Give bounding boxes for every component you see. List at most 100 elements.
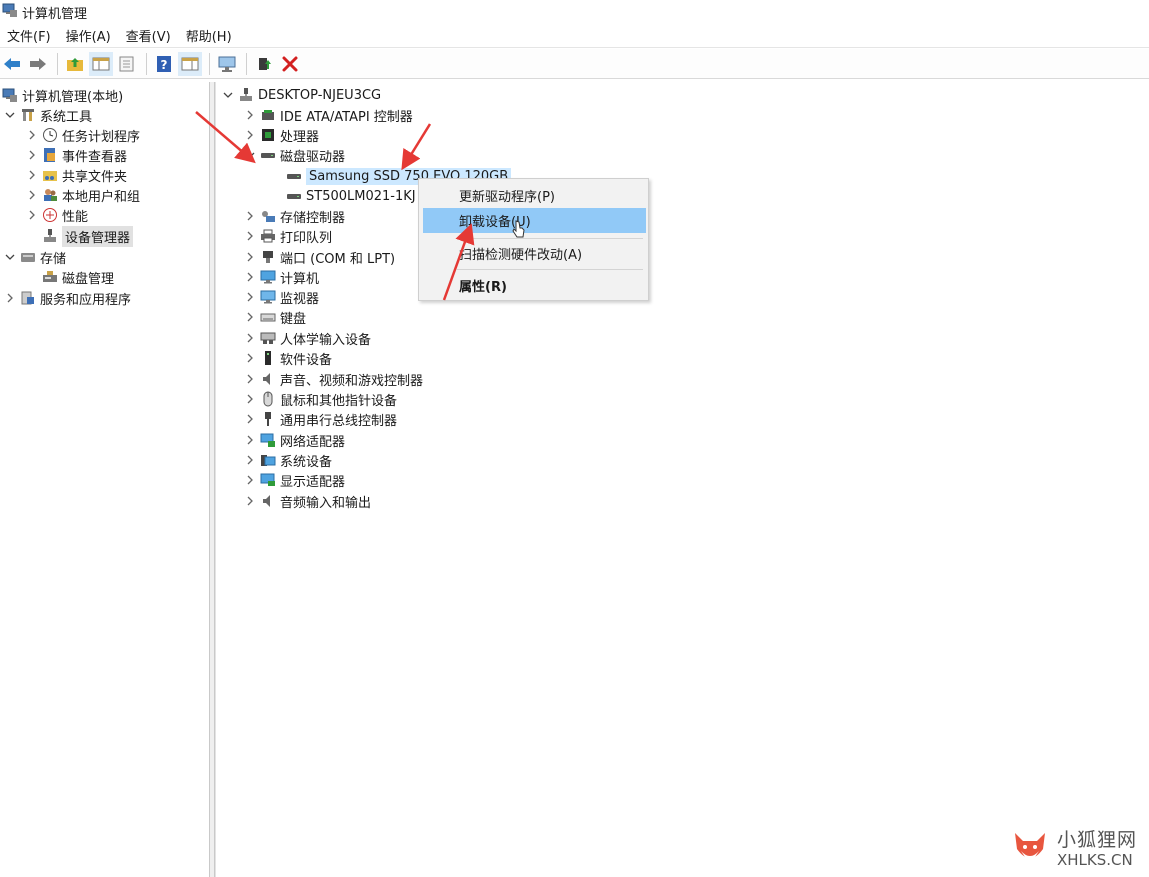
tree-item-shared-folders[interactable]: 共享文件夹 — [26, 165, 127, 185]
category-computer[interactable]: 计算机 — [244, 267, 319, 287]
chevron-down-icon[interactable] — [4, 251, 16, 263]
uninstall-icon[interactable] — [278, 52, 302, 76]
svg-text:?: ? — [161, 58, 168, 72]
chevron-right-icon[interactable] — [244, 495, 256, 507]
tree-item-device-manager[interactable]: 设备管理器 — [42, 225, 134, 247]
chevron-right-icon[interactable] — [26, 209, 38, 221]
chevron-right-icon[interactable] — [244, 129, 256, 141]
category-sound-video[interactable]: 声音、视频和游戏控制器 — [244, 369, 423, 389]
tree-item-event-viewer[interactable]: 事件查看器 — [26, 145, 127, 165]
category-keyboards[interactable]: 键盘 — [244, 307, 306, 327]
menu-item-scan-hardware[interactable]: 扫描检测硬件改动(A) — [423, 241, 646, 266]
category-label: 存储控制器 — [280, 210, 346, 226]
title-bar: 计算机管理 — [0, 0, 1149, 24]
mouse-icon — [260, 391, 276, 407]
category-label: 计算机 — [280, 271, 320, 287]
action-pane-icon[interactable] — [178, 51, 202, 76]
tree-item-label: 设备管理器 — [62, 225, 134, 247]
tree-item-label: 共享文件夹 — [62, 169, 128, 185]
chevron-right-icon[interactable] — [244, 373, 256, 385]
update-driver-icon[interactable] — [252, 52, 276, 76]
network-adapter-icon — [260, 432, 276, 448]
chevron-right-icon[interactable] — [244, 109, 256, 121]
chevron-down-icon[interactable] — [4, 109, 16, 121]
category-disk-drives[interactable]: 磁盘驱动器 — [244, 145, 345, 165]
category-software-devices[interactable]: 软件设备 — [244, 348, 332, 368]
context-menu: 更新驱动程序(P) 卸载设备(U) 扫描检测硬件改动(A) 属性(R) — [418, 178, 649, 301]
category-monitors[interactable]: 监视器 — [244, 287, 319, 307]
chevron-right-icon[interactable] — [244, 454, 256, 466]
tree-item-disk-management[interactable]: 磁盘管理 — [42, 267, 114, 287]
chevron-right-icon[interactable] — [26, 149, 38, 161]
category-display-adapters[interactable]: 显示适配器 — [244, 470, 345, 490]
chevron-right-icon[interactable] — [26, 129, 38, 141]
chevron-right-icon[interactable] — [244, 230, 256, 242]
category-usb[interactable]: 通用串行总线控制器 — [244, 409, 397, 429]
chevron-down-icon[interactable] — [244, 149, 256, 161]
chevron-right-icon[interactable] — [244, 210, 256, 222]
tree-item-computer-management[interactable]: 计算机管理(本地) — [2, 85, 123, 105]
disk-drive-icon — [286, 168, 302, 184]
computer-icon — [260, 269, 276, 285]
tree-item-label: 性能 — [62, 209, 89, 225]
category-hid[interactable]: 人体学输入设备 — [244, 328, 371, 348]
tree-item-task-scheduler[interactable]: 任务计划程序 — [26, 125, 140, 145]
chevron-down-icon[interactable] — [222, 89, 234, 101]
help-icon[interactable]: ? — [152, 52, 176, 76]
tree-item-label: 服务和应用程序 — [40, 292, 132, 308]
chevron-right-icon[interactable] — [244, 291, 256, 303]
monitor-icon[interactable] — [215, 52, 239, 76]
storage-icon — [20, 249, 36, 265]
tree-item-services-apps[interactable]: 服务和应用程序 — [4, 288, 131, 308]
menu-file[interactable]: 文件(F) — [0, 26, 59, 45]
chevron-right-icon[interactable] — [244, 251, 256, 263]
category-system-devices[interactable]: 系统设备 — [244, 450, 332, 470]
category-print-queues[interactable]: 打印队列 — [244, 226, 332, 246]
menu-item-properties[interactable]: 属性(R) — [423, 273, 646, 298]
up-folder-icon[interactable] — [63, 52, 87, 76]
category-storage-controllers[interactable]: 存储控制器 — [244, 206, 345, 226]
chevron-right-icon[interactable] — [244, 352, 256, 364]
chevron-right-icon[interactable] — [26, 189, 38, 201]
back-arrow-icon[interactable] — [0, 52, 24, 76]
tree-item-local-users[interactable]: 本地用户和组 — [26, 185, 140, 205]
tree-item-performance[interactable]: 性能 — [26, 205, 88, 225]
properties-icon[interactable] — [115, 52, 139, 76]
menu-action[interactable]: 操作(A) — [59, 26, 119, 45]
menu-item-update-driver[interactable]: 更新驱动程序(P) — [423, 183, 646, 208]
chevron-right-icon[interactable] — [244, 413, 256, 425]
chevron-right-icon[interactable] — [244, 393, 256, 405]
tree-item-computer-root[interactable]: DESKTOP-NJEU3CG — [222, 85, 381, 105]
category-label: 打印队列 — [280, 230, 333, 246]
menu-separator — [457, 269, 643, 270]
chevron-right-icon[interactable] — [244, 271, 256, 283]
menu-separator — [457, 238, 643, 239]
category-ports[interactable]: 端口 (COM 和 LPT) — [244, 247, 395, 267]
chevron-right-icon[interactable] — [244, 434, 256, 446]
tree-item-system-tools[interactable]: 系统工具 — [4, 105, 92, 125]
disk-st500lm021[interactable]: ST500LM021-1KJ — [286, 186, 416, 206]
category-audio-io[interactable]: 音频输入和输出 — [244, 491, 371, 511]
tools-icon — [20, 107, 36, 123]
chevron-right-icon[interactable] — [244, 311, 256, 323]
category-network-adapters[interactable]: 网络适配器 — [244, 430, 345, 450]
usb-icon — [260, 411, 276, 427]
menu-item-uninstall-device[interactable]: 卸载设备(U) — [423, 208, 646, 233]
clock-icon — [42, 127, 58, 143]
chevron-right-icon[interactable] — [26, 169, 38, 181]
category-processor[interactable]: 处理器 — [244, 125, 319, 145]
menu-view[interactable]: 查看(V) — [119, 26, 179, 45]
chevron-right-icon[interactable] — [4, 292, 16, 304]
chevron-right-icon[interactable] — [244, 332, 256, 344]
disk-management-icon — [42, 269, 58, 285]
tree-item-storage[interactable]: 存储 — [4, 247, 66, 267]
watermark-cn: 小狐狸网 — [1057, 829, 1138, 851]
category-ide-ata[interactable]: IDE ATA/ATAPI 控制器 — [244, 105, 413, 125]
forward-arrow-icon[interactable] — [26, 52, 50, 76]
chevron-right-icon[interactable] — [244, 474, 256, 486]
menu-help[interactable]: 帮助(H) — [179, 26, 240, 45]
category-label: 显示适配器 — [280, 474, 346, 490]
show-hide-tree-icon[interactable] — [89, 51, 113, 76]
disk-drive-icon — [260, 147, 276, 163]
category-mice[interactable]: 鼠标和其他指针设备 — [244, 389, 397, 409]
